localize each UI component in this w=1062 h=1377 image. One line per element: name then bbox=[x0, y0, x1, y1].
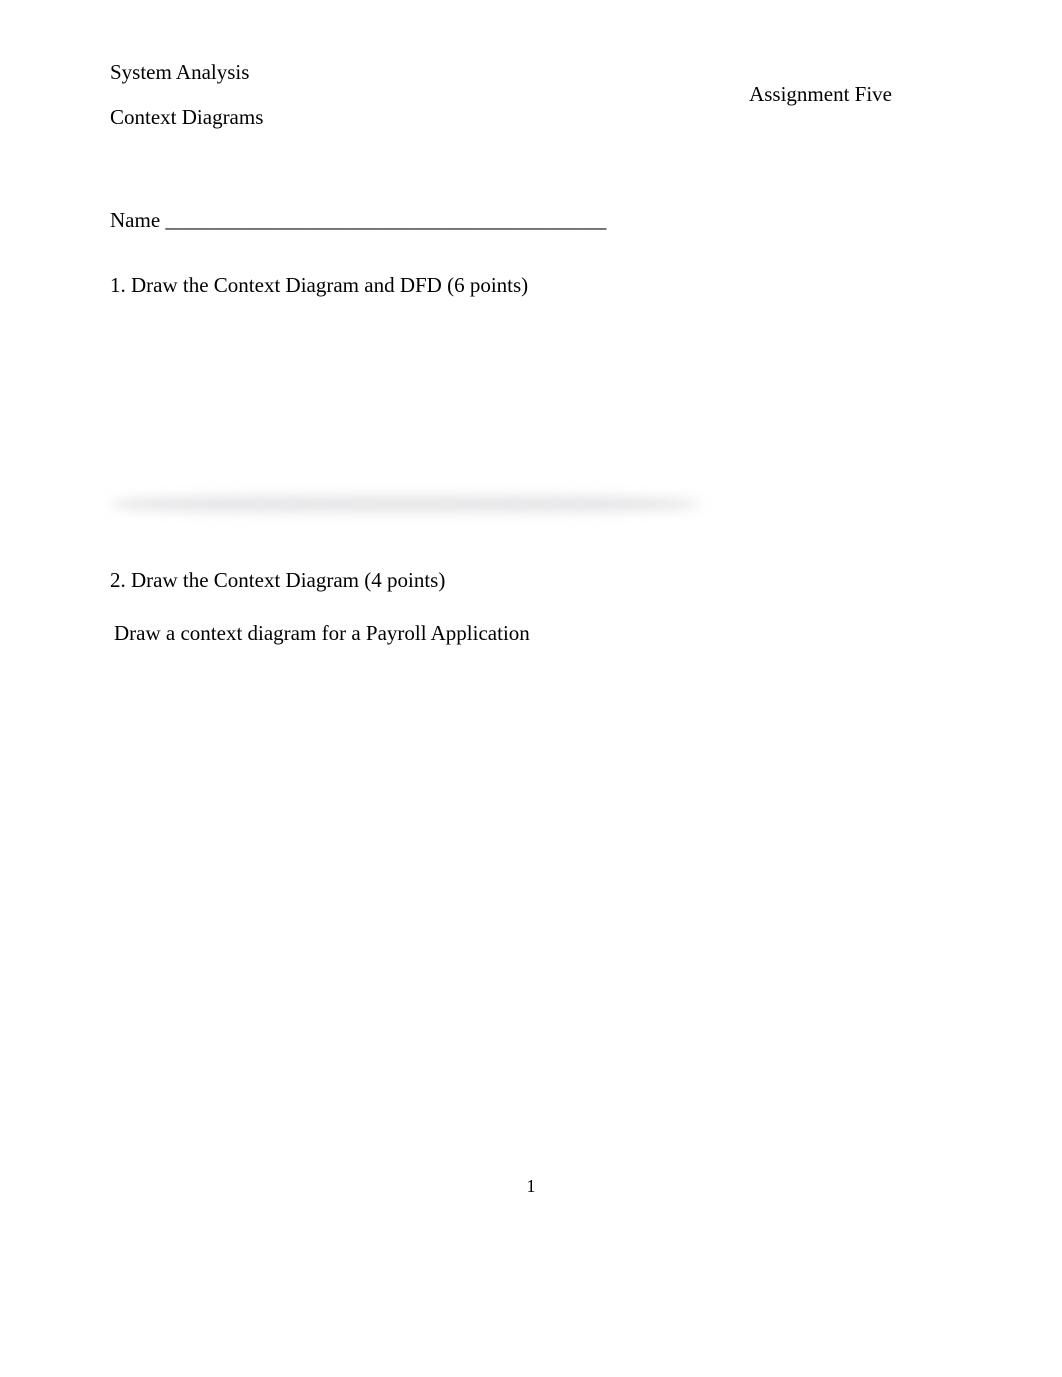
question-2: 2. Draw the Context Diagram (4 points) bbox=[110, 568, 952, 593]
name-blank-line: ________________________________________… bbox=[160, 208, 606, 232]
blurred-region bbox=[110, 493, 952, 523]
name-label: Name bbox=[110, 208, 160, 232]
document-subtitle: Context Diagrams bbox=[110, 105, 952, 130]
header-row: System Analysis Assignment Five bbox=[110, 60, 952, 85]
question-1: 1. Draw the Context Diagram and DFD (6 p… bbox=[110, 273, 952, 298]
page-number: 1 bbox=[0, 1176, 1062, 1197]
name-field: Name ___________________________________… bbox=[110, 208, 952, 233]
assignment-label: Assignment Five bbox=[749, 82, 892, 107]
blur-overlay bbox=[110, 493, 700, 515]
question-2-body: Draw a context diagram for a Payroll App… bbox=[114, 621, 952, 646]
document-page: System Analysis Assignment Five Context … bbox=[0, 0, 1062, 1377]
